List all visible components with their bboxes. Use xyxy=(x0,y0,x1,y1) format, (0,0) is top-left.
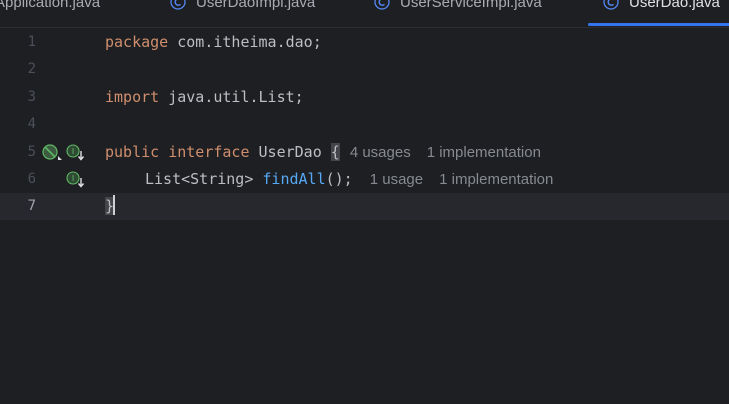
code-editor[interactable]: 1 package com.itheima.dao; 2 3 import ja… xyxy=(0,28,729,404)
usages-inlay-hint[interactable]: 4 usages xyxy=(350,144,411,161)
class-icon xyxy=(374,0,390,10)
line-number: 1 xyxy=(27,34,36,50)
implementations-inlay-hint[interactable]: 1 implementation xyxy=(427,144,541,161)
code-line: 3 import java.util.List; xyxy=(0,84,729,111)
tab-label: UserServiceImpl.java xyxy=(400,0,542,11)
keyword: import xyxy=(105,88,160,106)
return-type: List<String> xyxy=(145,170,263,188)
class-icon xyxy=(170,0,186,10)
svg-text:I: I xyxy=(72,174,74,183)
navigate-implementation-icon[interactable]: I xyxy=(66,171,86,189)
package-name: com.itheima.dao; xyxy=(168,33,322,51)
code-text[interactable]: } xyxy=(105,193,116,220)
tab-application-java[interactable]: Application.java xyxy=(0,0,100,27)
implementations-inlay-hint[interactable]: 1 implementation xyxy=(439,171,553,188)
matched-brace: { xyxy=(330,143,340,161)
tab-userdaoimpl-java[interactable]: UserDaoImpl.java xyxy=(170,0,315,27)
line-number: 4 xyxy=(27,116,36,132)
code-text[interactable]: package com.itheima.dao; xyxy=(105,29,322,56)
active-tab-indicator xyxy=(588,23,729,26)
keyword: interface xyxy=(168,143,250,161)
code-text[interactable]: import java.util.List; xyxy=(105,84,304,111)
method-name: findAll xyxy=(262,170,326,188)
text-cursor xyxy=(113,195,116,215)
line-number: 3 xyxy=(27,89,36,105)
usages-inlay-hint[interactable]: 1 usage xyxy=(370,171,423,188)
svg-text:I: I xyxy=(72,147,74,156)
class-icon xyxy=(603,0,619,10)
code-line: 4 xyxy=(0,111,729,138)
code-line: 1 package com.itheima.dao; xyxy=(0,29,729,56)
keyword: public xyxy=(105,143,160,161)
code-line: 5 I public interface UserDao {4 usages 1 … xyxy=(0,139,729,166)
editor-tab-bar: Application.java UserDaoImpl.java UserSe… xyxy=(0,0,729,28)
keyword: package xyxy=(105,33,169,51)
line-number: 5 xyxy=(27,144,36,160)
line-number: 6 xyxy=(27,171,36,187)
code-line: 6 I List<String> findAll(); 1 usage 1 impl… xyxy=(0,166,729,193)
tab-label: Application.java xyxy=(0,0,101,11)
code-line: 7 } xyxy=(0,193,729,220)
line-number: 7 xyxy=(27,198,36,214)
implemented-interface-icon[interactable] xyxy=(42,144,64,162)
navigate-implementation-icon[interactable]: I xyxy=(66,144,86,162)
code-text[interactable]: public interface UserDao {4 usages 1 impl… xyxy=(105,139,541,166)
tab-label: UserDaoImpl.java xyxy=(196,0,316,11)
code-text[interactable]: List<String> findAll(); 1 usage 1 implemen… xyxy=(145,166,553,193)
interface-name: UserDao xyxy=(249,143,331,161)
tab-userserviceimpl-java[interactable]: UserServiceImpl.java xyxy=(374,0,542,27)
line-number: 2 xyxy=(27,61,36,77)
method-params: (); xyxy=(325,170,353,188)
code-line: 2 xyxy=(0,56,729,83)
tab-label: UserDao.java xyxy=(629,0,720,11)
import-path: java.util.List; xyxy=(159,88,304,106)
